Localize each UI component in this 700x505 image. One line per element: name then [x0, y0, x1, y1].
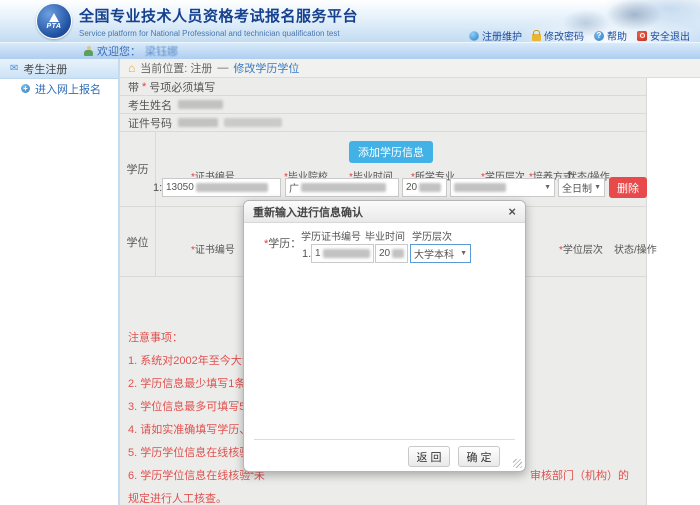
modal-level-select[interactable]: 大学本科 ▼	[410, 244, 471, 263]
modal-col-time: 毕业时间	[365, 228, 405, 243]
grad-time-input[interactable]: 20	[402, 178, 447, 197]
close-icon[interactable]: ×	[508, 205, 516, 218]
candidate-name-label: 考生姓名	[128, 97, 172, 113]
id-number-value-redacted2	[224, 118, 282, 127]
modal-footer-divider	[254, 439, 515, 440]
change-password-label: 修改密码	[544, 28, 584, 43]
cert-number-redacted	[196, 183, 268, 192]
modal-cert-input[interactable]: 1	[311, 244, 374, 263]
modal-time-input[interactable]: 20	[375, 244, 408, 263]
degree-header-cert-number: *证书编号	[191, 241, 235, 256]
modal-cert-prefix: 1	[315, 248, 321, 259]
cert-number-input[interactable]: 13050	[162, 178, 281, 197]
person-icon	[84, 46, 93, 57]
confirm-info-modal: 重新输入进行信息确认 × *学历： 学历证书编号 毕业时间 学历层次 1. 1 …	[243, 200, 526, 472]
logout-link[interactable]: 安全退出	[637, 28, 690, 43]
chevron-down-icon: ▼	[594, 184, 601, 191]
welcome-bar: 欢迎您： 梁钰娜	[0, 42, 700, 59]
logo-text: PTA	[47, 23, 62, 30]
sidebar-item-enter-registration[interactable]: 进入网上报名	[0, 79, 118, 98]
mail-icon: ✉	[10, 64, 18, 74]
id-number-label: 证件号码	[128, 115, 172, 131]
sidebar-enter-label: 进入网上报名	[35, 81, 101, 97]
breadcrumb-label: 当前位置: 注册	[140, 60, 212, 76]
sail-icon	[49, 13, 59, 22]
degree-section-label: 学位	[120, 207, 156, 276]
required-note-row: 带 * 号项必须填写	[120, 78, 646, 96]
enter-icon	[21, 84, 30, 93]
pta-logo: PTA	[36, 3, 72, 39]
major-redacted	[454, 183, 506, 192]
modal-confirm-button[interactable]: 确 定	[458, 446, 500, 467]
note-item-6-right: 审核部门（机构）的	[530, 470, 629, 482]
candidate-name-value-redacted	[178, 100, 223, 109]
chevron-down-icon: ▼	[544, 184, 551, 191]
id-number-value-redacted	[178, 118, 218, 127]
modal-time-prefix: 20	[379, 248, 390, 259]
help-icon	[594, 31, 604, 41]
major-select[interactable]: ▼	[450, 178, 555, 197]
study-mode-select[interactable]: 全日制 ▼	[558, 178, 605, 197]
page: PTA 全国专业技术人员资格考试报名服务平台 Service platform …	[0, 0, 700, 505]
sidebar: ✉ 考生注册 进入网上报名	[0, 59, 120, 505]
modal-cert-redacted	[323, 249, 370, 258]
modal-title: 重新输入进行信息确认	[253, 204, 363, 220]
chevron-down-icon: ▼	[460, 250, 467, 257]
header-links: 注册维护 修改密码 帮助 安全退出	[469, 28, 690, 43]
sidebar-register-label: 考生注册	[23, 61, 67, 77]
help-link[interactable]: 帮助	[594, 28, 627, 43]
modal-field-label: *学历：	[264, 235, 301, 251]
study-mode-value: 全日制	[562, 180, 592, 195]
breadcrumb: ⌂ 当前位置: 注册 — 修改学历学位	[120, 59, 700, 78]
required-star: *	[142, 81, 146, 93]
modal-col-level: 学历层次	[412, 228, 452, 243]
site-subtitle: Service platform for National Profession…	[79, 29, 358, 38]
help-label: 帮助	[607, 28, 627, 43]
logout-label: 安全退出	[650, 28, 690, 43]
modal-time-redacted	[392, 249, 404, 258]
grad-time-prefix: 20	[406, 182, 417, 193]
required-suffix: 号项必须填写	[149, 79, 215, 95]
school-redacted	[301, 183, 386, 192]
degree-header-level: *学位层次	[559, 241, 603, 256]
header-banner: PTA 全国专业技术人员资格考试报名服务平台 Service platform …	[0, 0, 700, 42]
school-input[interactable]: 广	[285, 178, 399, 197]
education-section-main: 添加学历信息 *证书编号 *毕业院校 *毕业时间 *所学专业 *学历层次 *培养…	[156, 132, 646, 206]
username: 梁钰娜	[145, 43, 178, 59]
modal-col-cert: 学历证书编号	[301, 228, 361, 243]
sidebar-item-register[interactable]: ✉ 考生注册	[0, 59, 118, 79]
cert-number-prefix: 13050	[166, 182, 194, 193]
home-icon: ⌂	[128, 62, 135, 74]
add-education-button[interactable]: 添加学历信息	[349, 141, 433, 163]
candidate-name-row: 考生姓名	[120, 96, 646, 114]
breadcrumb-separator: —	[217, 62, 228, 74]
education-section-label: 学历	[120, 132, 156, 206]
change-password-link[interactable]: 修改密码	[532, 28, 584, 43]
grad-time-redacted	[419, 183, 441, 192]
delete-education-button[interactable]: 删除	[609, 177, 647, 198]
lock-icon	[532, 34, 541, 41]
education-section: 学历 添加学历信息 *证书编号 *毕业院校 *毕业时间 *所学专业 *学历层次 …	[120, 132, 646, 207]
register-maintain-label: 注册维护	[482, 28, 522, 43]
welcome-prefix: 欢迎您：	[97, 43, 141, 59]
modal-header[interactable]: 重新输入进行信息确认 ×	[244, 201, 525, 223]
note-item-6-left: 6. 学历学位信息在线核验“未	[128, 470, 265, 482]
degree-header-status: 状态/操作	[614, 241, 657, 256]
id-number-row: 证件号码	[120, 114, 646, 132]
globe-icon	[469, 31, 479, 41]
education-row-index: 1:	[153, 182, 162, 194]
register-maintain-link[interactable]: 注册维护	[469, 28, 522, 43]
modal-row-index: 1.	[302, 248, 311, 260]
breadcrumb-link-modify[interactable]: 修改学历学位	[233, 60, 299, 76]
resize-handle[interactable]	[513, 459, 522, 468]
note-item-6-line2: 规定进行人工核查。	[128, 493, 646, 505]
modal-level-value: 大学本科	[414, 246, 454, 261]
required-prefix: 带	[128, 79, 139, 95]
modal-back-button[interactable]: 返 回	[408, 446, 450, 467]
logout-icon	[637, 31, 647, 41]
banner-titles: 全国专业技术人员资格考试报名服务平台 Service platform for …	[79, 5, 358, 38]
school-prefix: 广	[289, 180, 299, 195]
site-title: 全国专业技术人员资格考试报名服务平台	[79, 5, 358, 26]
modal-body: *学历： 学历证书编号 毕业时间 学历层次 1. 1 20 大学本科 ▼ 返 回…	[244, 223, 525, 471]
